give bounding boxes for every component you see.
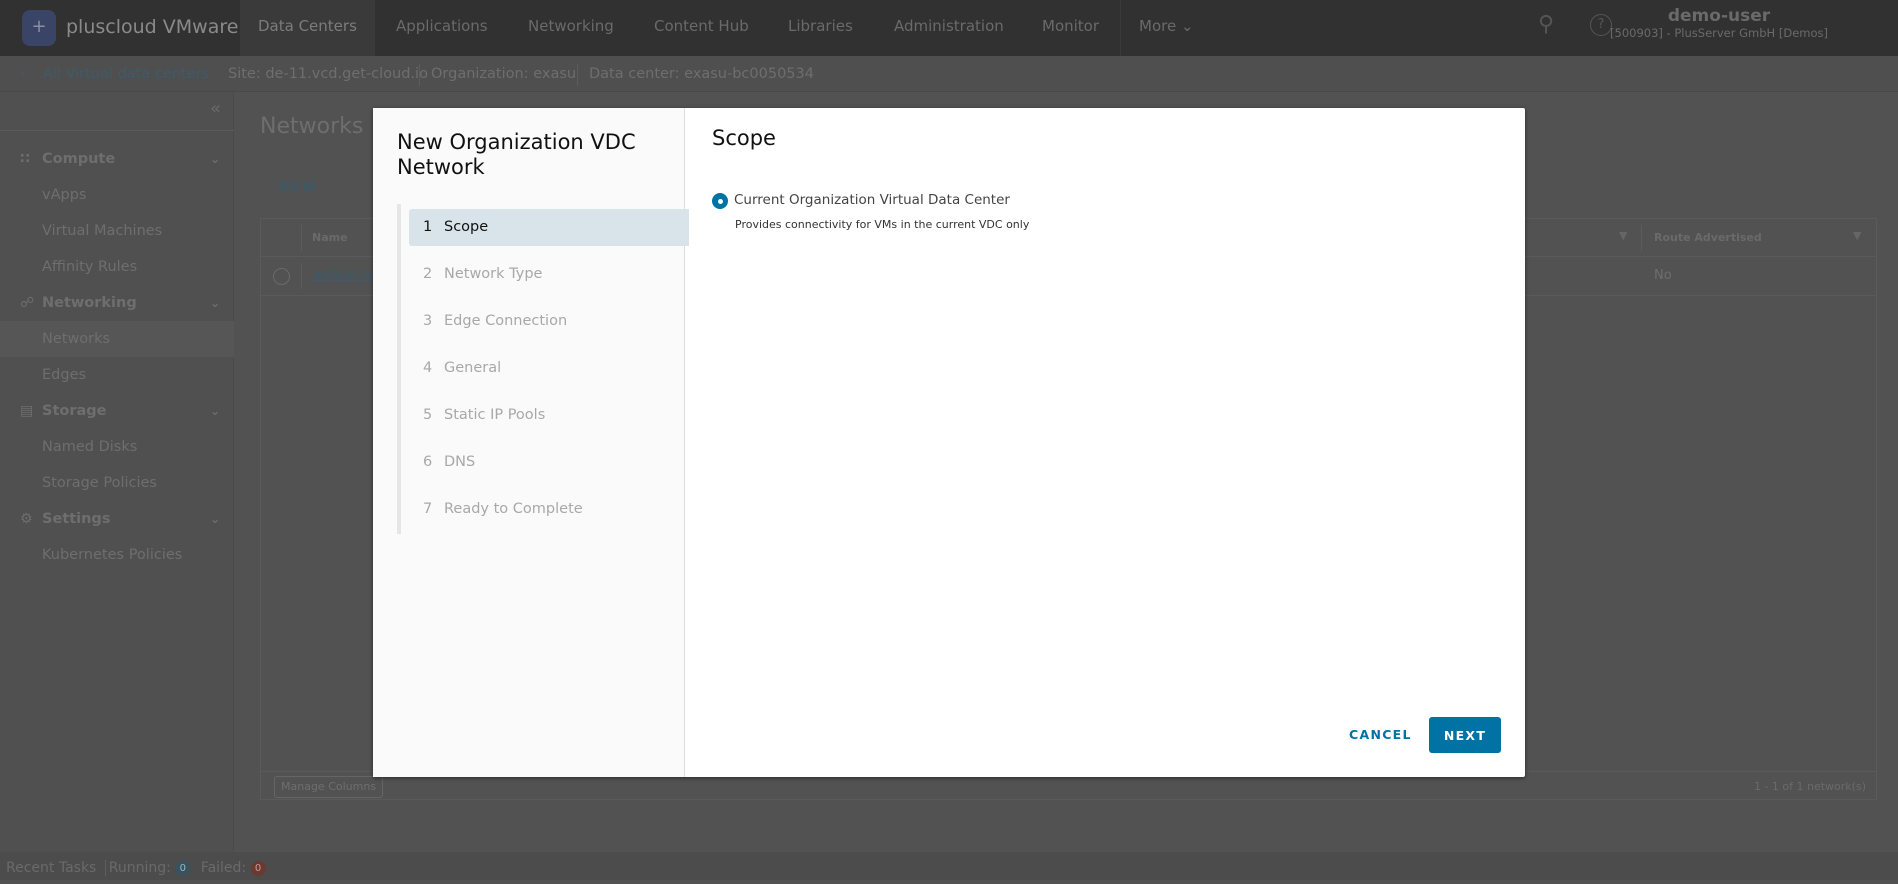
nav-administration[interactable]: Administration xyxy=(876,0,1022,56)
nav-networking[interactable]: Networking xyxy=(510,0,632,56)
sidebar-item-storage-policies[interactable]: Storage Policies xyxy=(0,465,234,501)
sidebar-group-compute[interactable]: ∷ Compute ⌄ xyxy=(0,141,234,177)
top-header: + pluscloud VMware Data Centers Applicat… xyxy=(0,0,1898,56)
sidebar-group-networking[interactable]: ☍ Networking ⌄ xyxy=(0,285,234,321)
data-center-label: Data center: exasu-bc0050534 xyxy=(589,66,814,82)
logo-icon: + xyxy=(22,10,56,46)
divider xyxy=(301,263,302,289)
section-title: Scope xyxy=(712,126,776,150)
nav-data-centers[interactable]: Data Centers xyxy=(240,0,375,56)
sidebar-item-affinity-rules[interactable]: Affinity Rules xyxy=(0,249,234,285)
gear-icon: ⚙ xyxy=(20,511,33,527)
scope-radio-current-vdc[interactable] xyxy=(712,193,728,209)
chevron-down-icon: ⌄ xyxy=(210,404,221,418)
running-count-badge: 0 xyxy=(175,861,191,876)
divider xyxy=(0,130,234,131)
step-scope[interactable]: 1 Scope xyxy=(409,209,689,246)
step-edge-connection[interactable]: 3 Edge Connection xyxy=(409,303,689,340)
sidebar-item-named-disks[interactable]: Named Disks xyxy=(0,429,234,465)
sidebar-item-networks[interactable]: Networks xyxy=(0,321,234,357)
brand-name: pluscloud VMware xyxy=(66,16,239,38)
wizard-steps-panel: New Organization VDC Network 1 Scope 2 Net… xyxy=(373,108,689,777)
filter-icon[interactable]: ▼ xyxy=(1619,229,1627,242)
step-network-type[interactable]: 2 Network Type xyxy=(409,256,689,293)
recent-tasks-label[interactable]: Recent Tasks xyxy=(6,860,96,876)
network-icon: ☍ xyxy=(20,295,35,311)
sidebar-group-settings[interactable]: ⚙ Settings ⌄ xyxy=(0,501,234,537)
manage-columns-button[interactable]: Manage Columns xyxy=(274,776,384,798)
divider xyxy=(577,64,578,86)
sidebar: « ∷ Compute ⌄ vApps Virtual Machines Affin… xyxy=(0,92,234,852)
running-label: Running: xyxy=(104,860,171,876)
sidebar-item-edges[interactable]: Edges xyxy=(0,357,234,393)
grid-icon: ∷ xyxy=(20,151,30,167)
sidebar-item-virtual-machines[interactable]: Virtual Machines xyxy=(0,213,234,249)
step-general[interactable]: 4 General xyxy=(409,350,689,387)
pagination-text: 1 - 1 of 1 network(s) xyxy=(1753,780,1866,793)
failed-label: Failed: xyxy=(200,860,247,876)
nav-content-hub[interactable]: Content Hub xyxy=(636,0,767,56)
scope-option-label[interactable]: Current Organization Virtual Data Center xyxy=(734,192,1010,208)
user-org: [500903] - PlusServer GmbH [Demos] xyxy=(1610,26,1828,40)
user-name: demo-user xyxy=(1667,6,1771,26)
search-icon[interactable]: ⚲ xyxy=(1538,12,1554,37)
column-header-name[interactable]: Name xyxy=(312,231,348,244)
sidebar-item-kubernetes-policies[interactable]: Kubernetes Policies xyxy=(0,537,234,573)
divider xyxy=(1641,225,1642,251)
failed-count-badge: 0 xyxy=(250,861,266,876)
cancel-button[interactable]: CANCEL xyxy=(1337,716,1424,752)
column-header-route-advertised[interactable]: Route Advertised xyxy=(1654,231,1762,244)
all-vdcs-link[interactable]: All Virtual data centers xyxy=(43,56,209,92)
dialog-title: New Organization VDC Network xyxy=(397,130,636,179)
chevron-down-icon: ⌄ xyxy=(210,296,221,310)
back-chevron-icon[interactable]: ‹ xyxy=(20,56,26,92)
nav-monitor[interactable]: Monitor xyxy=(1024,0,1117,56)
nav-more[interactable]: More ⌄ xyxy=(1120,0,1212,56)
nav-applications[interactable]: Applications xyxy=(378,0,506,56)
step-dns[interactable]: 6 DNS xyxy=(409,444,689,481)
context-bar: ‹ All Virtual data centers Site: de-11.v… xyxy=(0,56,1898,92)
help-icon[interactable]: ? xyxy=(1590,14,1612,36)
wizard-steps: 1 Scope 2 Network Type 3 Edge Connection 4G… xyxy=(397,204,689,534)
divider xyxy=(419,64,420,86)
network-name-link[interactable]: default-ne xyxy=(312,268,379,283)
route-advertised-value: No xyxy=(1654,268,1672,283)
row-select-radio[interactable] xyxy=(273,268,290,285)
database-icon: ▤ xyxy=(20,403,34,419)
organization-label: Organization: exasu xyxy=(431,66,577,82)
more-label: More xyxy=(1139,17,1177,35)
page-title: Networks xyxy=(260,114,364,139)
new-org-vdc-network-dialog: New Organization VDC Network 1 Scope 2 Net… xyxy=(373,108,1525,777)
recent-tasks-bar: Recent Tasks Running: 0 Failed: 0 xyxy=(0,852,1898,880)
next-button[interactable]: NEXT xyxy=(1429,717,1501,753)
sidebar-group-storage[interactable]: ▤ Storage ⌄ xyxy=(0,393,234,429)
step-ready-to-complete[interactable]: 7 Ready to Complete xyxy=(409,491,689,528)
chevron-down-icon: ⌄ xyxy=(210,152,221,166)
filter-icon[interactable]: ▼ xyxy=(1853,229,1861,242)
step-static-ip-pools[interactable]: 5 Static IP Pools xyxy=(409,397,689,434)
new-network-button[interactable]: NEW xyxy=(279,180,318,195)
divider xyxy=(301,225,302,251)
chevron-down-icon: ⌄ xyxy=(210,512,221,526)
site-label: Site: de-11.vcd.get-cloud.io xyxy=(228,66,428,82)
chevron-down-icon: ⌄ xyxy=(1176,17,1194,35)
collapse-sidebar-icon[interactable]: « xyxy=(210,98,221,119)
user-menu[interactable]: demo-user [500903] - PlusServer GmbH [De… xyxy=(1610,6,1828,40)
sidebar-item-vapps[interactable]: vApps xyxy=(0,177,234,213)
scope-option-description: Provides connectivity for VMs in the cur… xyxy=(735,218,1030,231)
nav-libraries[interactable]: Libraries xyxy=(770,0,871,56)
